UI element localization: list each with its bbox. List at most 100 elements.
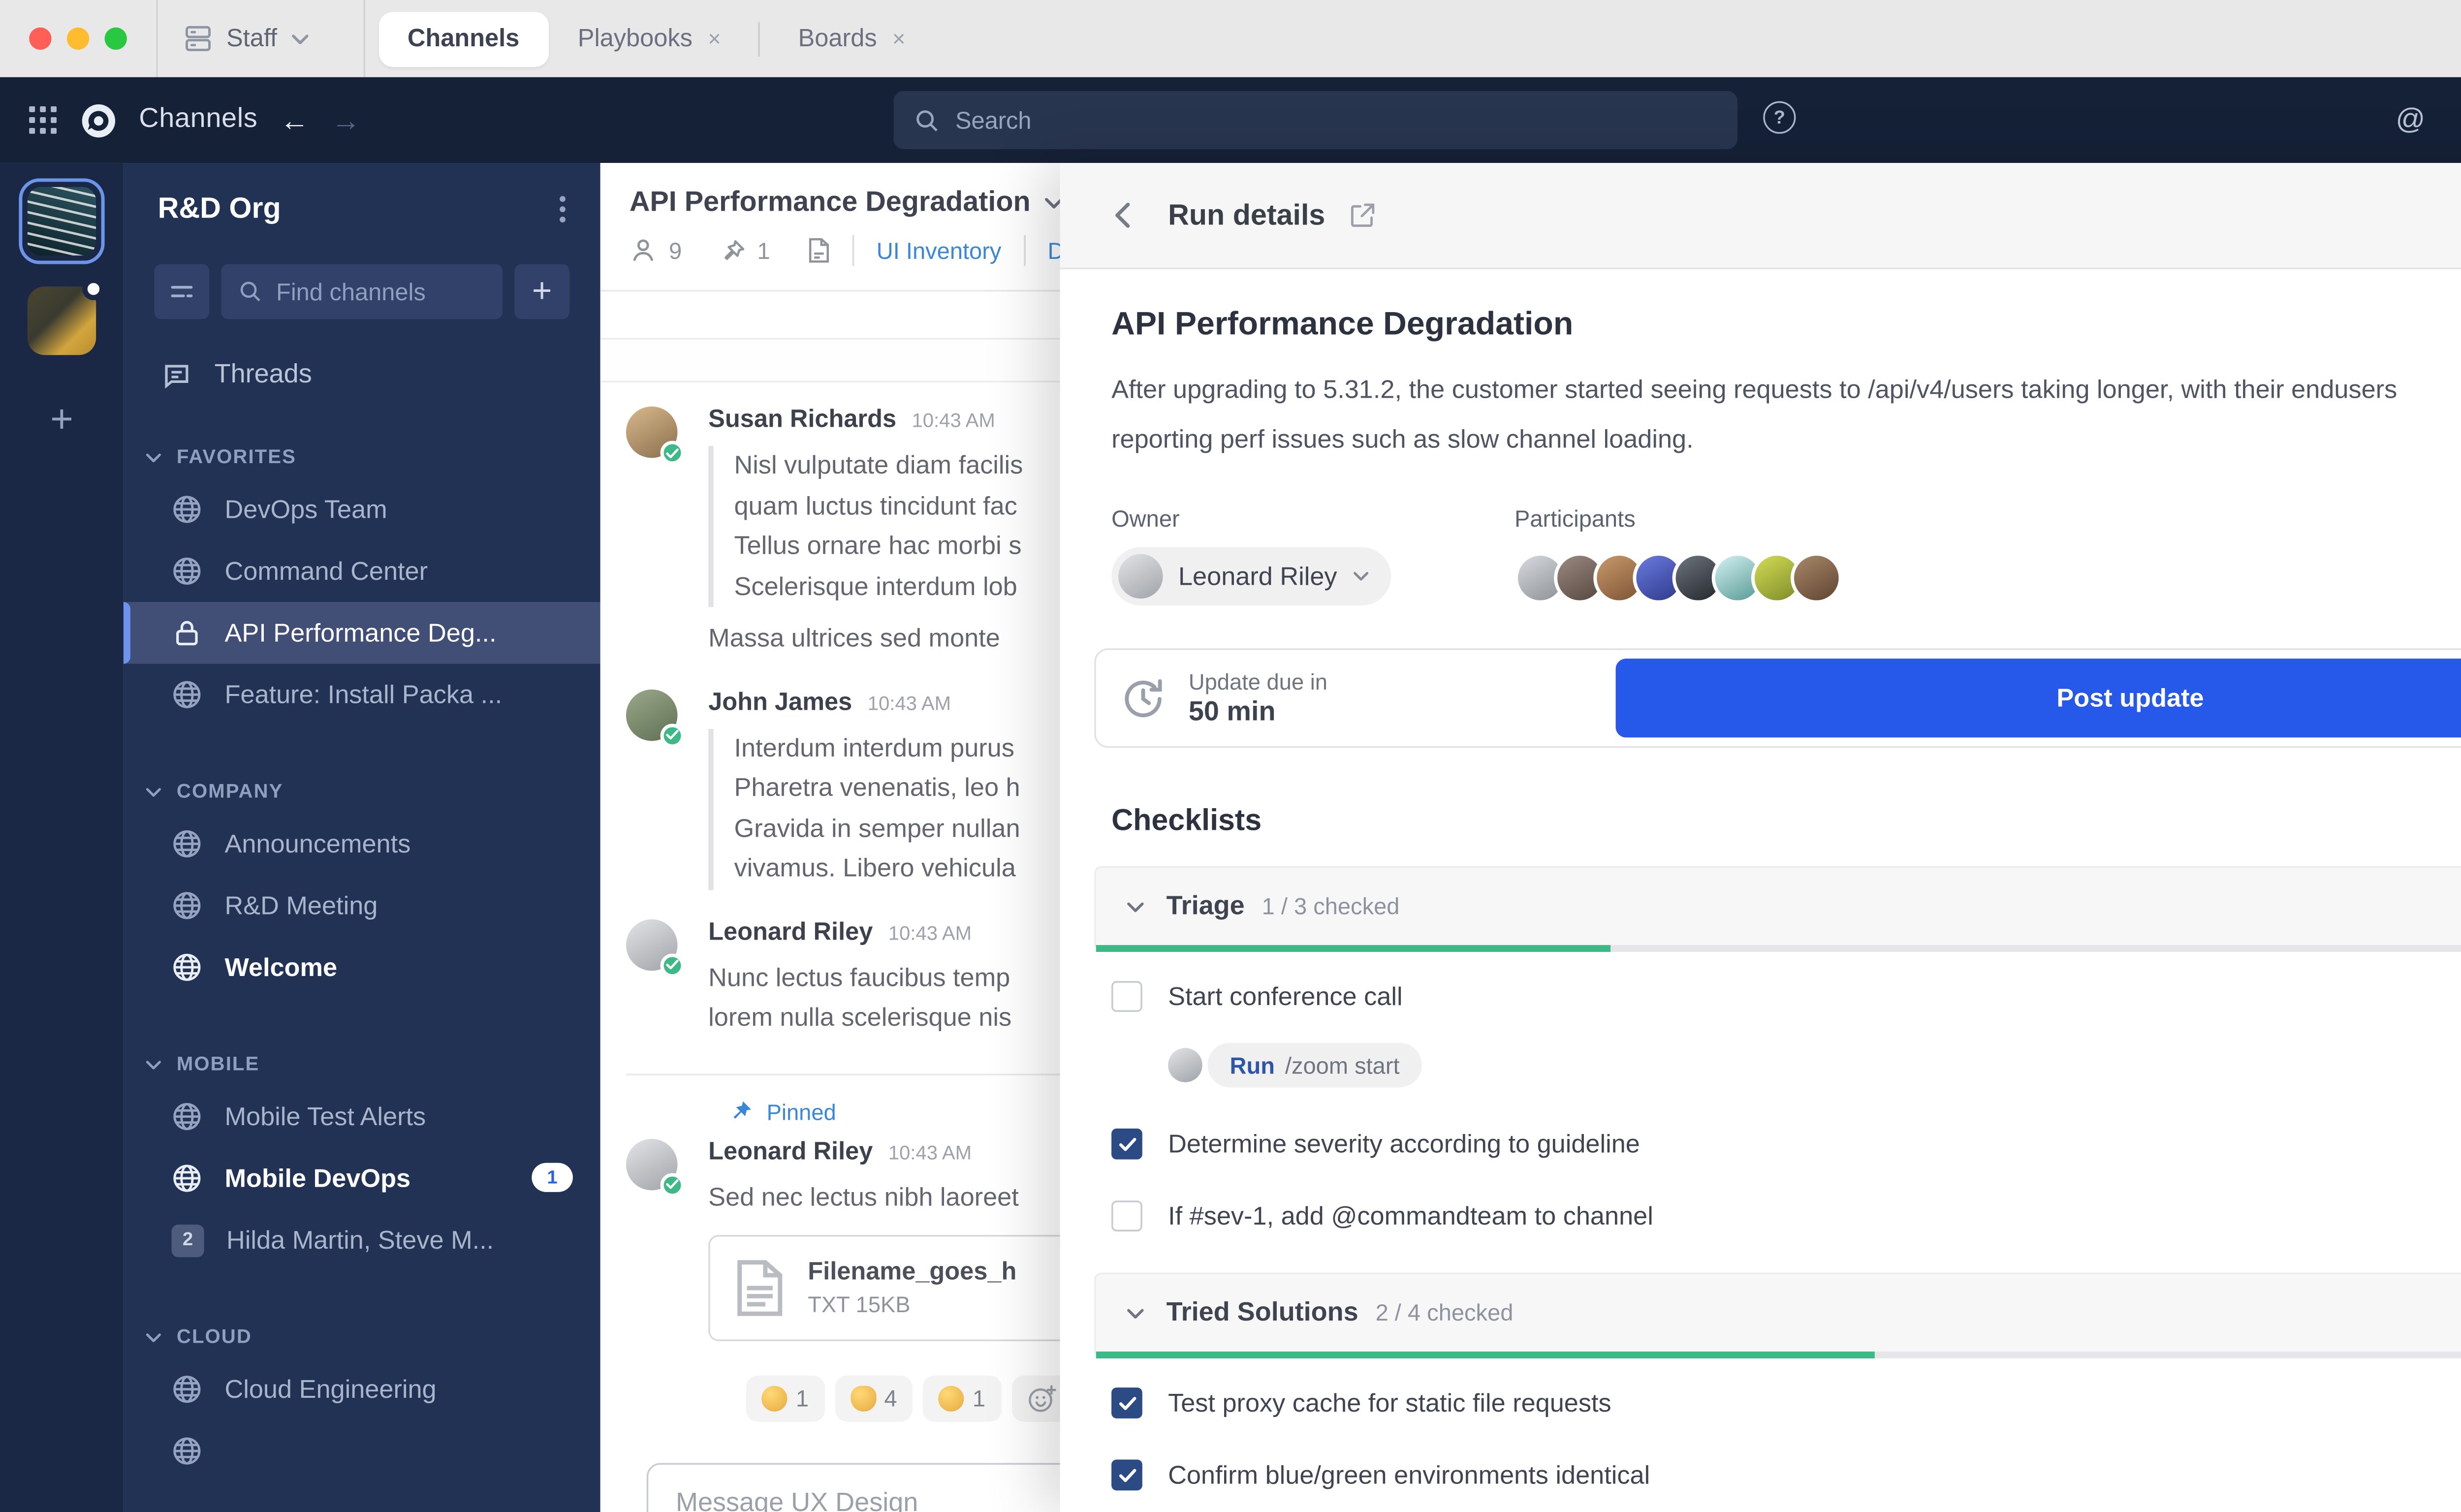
sidebar-item-hilda-martin-group-dm[interactable]: 2 Hilda Martin, Steve M... — [124, 1209, 600, 1271]
team-icon[interactable] — [27, 278, 105, 355]
open-external-icon[interactable] — [1349, 202, 1375, 228]
tab-playbooks[interactable]: Playbooks × — [549, 11, 750, 66]
channel-filter-button[interactable] — [154, 264, 210, 319]
maximize-window-button[interactable] — [104, 27, 127, 50]
search-icon — [914, 107, 940, 133]
tab-boards[interactable]: Boards × — [769, 11, 934, 66]
mentions-icon[interactable]: @ — [2396, 103, 2425, 137]
back-chevron-icon[interactable] — [1115, 202, 1130, 228]
globe-icon — [171, 1436, 202, 1467]
pinned-label[interactable]: Pinned — [767, 1099, 836, 1124]
sidebar-item-partial[interactable] — [124, 1420, 600, 1481]
minimize-window-button[interactable] — [66, 27, 90, 50]
reaction-clap[interactable]: 4 — [834, 1375, 913, 1422]
sidebar-item-devops-team[interactable]: DevOps Team — [124, 478, 600, 540]
search-input[interactable]: Search — [893, 91, 1738, 150]
message-timestamp: 10:43 AM — [867, 693, 951, 715]
tab-channels[interactable]: Channels — [378, 11, 549, 66]
message-author[interactable]: John James — [708, 689, 852, 716]
message-author[interactable]: Leonard Riley — [708, 918, 873, 946]
channel-title-menu[interactable]: API Performance Degradation — [630, 187, 1060, 220]
close-tab-icon[interactable]: × — [708, 26, 721, 51]
post-update-button[interactable]: Post update — [1615, 659, 2461, 738]
channel-label: Hilda Martin, Steve M... — [226, 1225, 494, 1255]
avatar[interactable] — [626, 406, 685, 465]
team-icon-active[interactable] — [19, 178, 105, 264]
section-label: CLOUD — [176, 1327, 252, 1348]
sidebar-item-feature-install-package[interactable]: Feature: Install Packa ... — [124, 664, 600, 725]
channel-label: Cloud Engineering — [224, 1374, 437, 1404]
sidebar-item-mobile-test-alerts[interactable]: Mobile Test Alerts — [124, 1086, 600, 1147]
avatar[interactable] — [626, 918, 685, 977]
owner-selector[interactable]: Leonard Riley — [1111, 547, 1390, 606]
checklist-item-label: If #sev-1, add @commandteam to channel — [1168, 1201, 1653, 1231]
add-team-button[interactable]: + — [0, 396, 124, 442]
pin-icon[interactable] — [720, 238, 745, 263]
checklist-item: Confirm blue/green environments identica… — [1111, 1459, 2461, 1491]
product-switcher-icon[interactable] — [28, 105, 59, 136]
sidebar-item-command-center[interactable]: Command Center — [124, 540, 600, 602]
sidebar-item-welcome[interactable]: Welcome — [124, 937, 600, 998]
channel-files-icon[interactable] — [808, 237, 830, 264]
app-window: Staff Channels Playbooks × Boards × Chan… — [0, 0, 2461, 1512]
channel-tab-truncated[interactable]: Des — [1047, 238, 1060, 263]
add-channel-button[interactable]: + — [514, 264, 569, 319]
checkbox[interactable] — [1111, 1459, 1142, 1491]
globe-icon — [171, 494, 202, 525]
close-window-button[interactable] — [29, 27, 52, 50]
reaction-thumbs-up[interactable]: 1 — [746, 1375, 824, 1422]
file-attachment[interactable]: Filename_goes_h TXT 15KB — [708, 1234, 1060, 1342]
add-reaction-button[interactable] — [1011, 1375, 1060, 1422]
member-count[interactable]: 9 — [669, 238, 682, 263]
file-meta: TXT 15KB — [808, 1291, 911, 1318]
sidebar-item-announcements[interactable]: Announcements — [124, 813, 600, 875]
sidebar-item-mobile-devops[interactable]: Mobile DevOps 1 — [124, 1147, 600, 1209]
message-author[interactable]: Leonard Riley — [708, 1138, 873, 1166]
close-tab-icon[interactable]: × — [892, 26, 905, 51]
team-name[interactable]: R&D Org — [158, 192, 281, 226]
checklist-title: Tried Solutions — [1166, 1297, 1358, 1327]
reaction-ok-hand[interactable]: 1 — [922, 1375, 1001, 1422]
server-selector[interactable]: Staff — [158, 24, 334, 53]
channel-tab-ui-inventory[interactable]: UI Inventory — [877, 238, 1002, 263]
find-channels-input[interactable]: Find channels — [221, 264, 503, 319]
checkbox[interactable] — [1111, 1200, 1142, 1232]
sidebar-item-api-performance-degradation[interactable]: API Performance Deg... — [123, 602, 600, 664]
help-button[interactable]: ? — [1763, 101, 1796, 134]
globe-icon — [171, 556, 202, 587]
section-mobile[interactable]: MOBILE — [124, 1044, 600, 1086]
message-input[interactable]: Message UX Design — [646, 1463, 1060, 1512]
section-company[interactable]: COMPANY — [124, 772, 600, 813]
message-text: Nisl vulputate diam facilis quam luctus … — [734, 451, 1023, 601]
channel-label: Mobile DevOps — [224, 1164, 411, 1193]
checklist-section-header[interactable]: Triage 1 / 3 checked — [1094, 866, 2461, 952]
chevron-down-icon — [1044, 197, 1060, 209]
members-icon[interactable] — [630, 237, 657, 264]
checkbox[interactable] — [1111, 1128, 1142, 1160]
sidebar-item-threads[interactable]: Threads — [124, 319, 600, 391]
team-menu-kebab-icon[interactable] — [559, 195, 566, 223]
checklist-item: Start conference call — [1111, 981, 2461, 1012]
avatar[interactable] — [626, 1138, 685, 1197]
section-favorites[interactable]: FAVORITES — [124, 438, 600, 479]
message-text: Sed nec lectus nibh laoreet — [708, 1182, 1019, 1212]
pin-count[interactable]: 1 — [757, 238, 770, 263]
checklist-section-header[interactable]: Tried Solutions 2 / 4 checked — [1094, 1272, 2461, 1358]
checkbox[interactable] — [1111, 981, 1142, 1012]
sidebar-item-rd-meeting[interactable]: R&D Meeting — [124, 875, 600, 936]
checkbox[interactable] — [1111, 1387, 1142, 1418]
online-status-badge — [660, 952, 685, 977]
history-forward-button[interactable]: → — [331, 105, 360, 134]
avatar[interactable] — [1791, 551, 1842, 603]
channel-label: Announcements — [224, 829, 411, 859]
sidebar-item-cloud-engineering[interactable]: Cloud Engineering — [124, 1358, 600, 1420]
online-status-badge — [660, 441, 685, 465]
add-reaction-smiley-icon — [1027, 1384, 1056, 1413]
message-author[interactable]: Susan Richards — [708, 407, 896, 434]
section-cloud[interactable]: CLOUD — [124, 1317, 600, 1358]
chevron-down-icon — [1127, 901, 1144, 912]
avatar[interactable] — [626, 689, 685, 747]
message-timestamp: 10:43 AM — [888, 923, 972, 945]
run-command-button[interactable]: Run /zoom start — [1207, 1042, 1422, 1088]
history-back-button[interactable]: ← — [280, 105, 309, 134]
